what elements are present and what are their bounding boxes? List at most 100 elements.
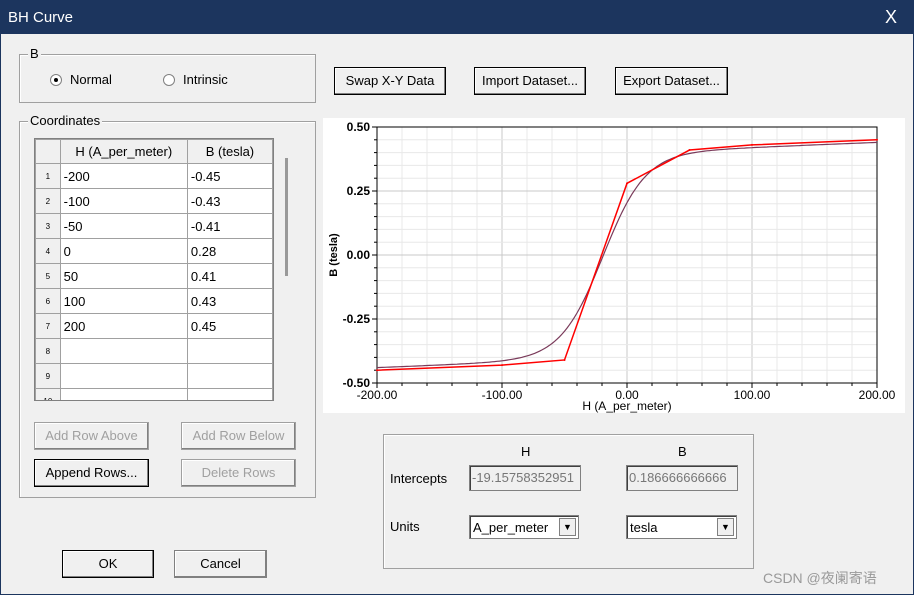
row-header[interactable]: 5 (35, 263, 61, 289)
b-cell[interactable]: 0.43 (186, 288, 273, 314)
row-header[interactable]: 10 (35, 388, 61, 400)
x-tick-label: -100.00 (482, 388, 523, 402)
row-header[interactable]: 6 (35, 288, 61, 314)
radio-intrinsic[interactable]: Intrinsic (163, 72, 228, 87)
x-axis-label: H (A_per_meter) (582, 399, 671, 413)
table-row[interactable]: 8 (35, 338, 273, 364)
h-cell[interactable]: -50 (59, 213, 188, 239)
close-icon[interactable]: X (885, 7, 897, 28)
b-cell[interactable] (186, 363, 273, 389)
b-group-label: B (28, 46, 41, 61)
b-column-header: B (678, 444, 687, 459)
table-row[interactable]: 1 -200 -0.45 (35, 163, 273, 189)
intercepts-group (383, 434, 754, 569)
cancel-button[interactable]: Cancel (174, 550, 267, 578)
y-tick-label: -0.25 (343, 312, 371, 326)
b-cell[interactable]: 0.41 (186, 263, 273, 289)
h-cell[interactable] (59, 338, 188, 364)
corner-cell (35, 139, 61, 164)
b-unit-select[interactable]: tesla ▼ (626, 515, 737, 539)
x-tick-label: 200.00 (859, 388, 896, 402)
data-point (376, 369, 378, 372)
h-column-header: H (521, 444, 531, 459)
add-row-below-button[interactable]: Add Row Below (181, 422, 296, 450)
table-row[interactable]: 9 (35, 363, 273, 389)
add-row-above-button[interactable]: Add Row Above (34, 422, 149, 450)
table-row[interactable]: 7 200 0.45 (35, 313, 273, 339)
title-bar: BH Curve X (1, 1, 914, 34)
h-cell[interactable]: 50 (59, 263, 188, 289)
row-header[interactable]: 9 (35, 363, 61, 389)
h-cell[interactable]: 100 (59, 288, 188, 314)
chevron-down-icon[interactable]: ▼ (717, 518, 734, 536)
chart-svg: -200.00 -100.00 0.00 100.00 200.000.500.250.… (328, 120, 896, 413)
header-b[interactable]: B (tesla) (186, 139, 273, 164)
bh-curve-dialog: BH Curve X B Normal Intrinsic Swap X-Y D… (0, 0, 914, 595)
row-header[interactable]: 3 (35, 213, 61, 239)
table-scrollbar[interactable] (285, 158, 288, 276)
b-cell[interactable]: -0.41 (186, 213, 273, 239)
export-dataset-button[interactable]: Export Dataset... (615, 67, 728, 95)
ok-button[interactable]: OK (62, 550, 154, 578)
header-h[interactable]: H (A_per_meter) (59, 139, 188, 164)
table-row[interactable]: 2 -100 -0.43 (35, 188, 273, 214)
import-dataset-button[interactable]: Import Dataset... (474, 67, 586, 95)
radio-unselected-icon (163, 73, 175, 86)
b-intercept-field[interactable]: 0.186666666666 (626, 465, 738, 491)
h-cell[interactable]: 0 (59, 238, 188, 264)
h-intercept-field[interactable]: -19.15758352951 (469, 465, 581, 491)
delete-rows-button[interactable]: Delete Rows (181, 459, 296, 487)
y-tick-label: -0.50 (343, 376, 371, 390)
b-unit-value: tesla (630, 520, 658, 535)
y-tick-label: 0.50 (347, 120, 371, 134)
table-row[interactable]: 6 100 0.43 (35, 288, 273, 314)
h-cell[interactable]: 200 (59, 313, 188, 339)
row-header[interactable]: 8 (35, 338, 61, 364)
b-cell[interactable] (186, 338, 273, 364)
b-cell[interactable] (186, 388, 273, 400)
y-tick-label: 0.00 (347, 248, 371, 262)
radio-normal[interactable]: Normal (50, 72, 112, 87)
h-unit-select[interactable]: A_per_meter ▼ (469, 515, 579, 539)
data-point (876, 138, 878, 141)
units-label: Units (390, 519, 420, 534)
h-unit-value: A_per_meter (473, 520, 549, 535)
coordinates-label: Coordinates (28, 113, 103, 128)
h-cell[interactable] (59, 388, 188, 400)
x-tick-label: -200.00 (357, 388, 398, 402)
radio-label: Normal (70, 72, 112, 87)
row-header[interactable]: 1 (35, 163, 61, 189)
intercepts-label: Intercepts (390, 471, 448, 486)
h-cell[interactable] (59, 363, 188, 389)
swap-xy-button[interactable]: Swap X-Y Data (334, 67, 446, 95)
table-row[interactable]: 10 (35, 388, 273, 400)
data-point (751, 143, 753, 146)
row-header[interactable]: 4 (35, 238, 61, 264)
b-cell[interactable]: -0.45 (186, 163, 273, 189)
h-cell[interactable]: -200 (59, 163, 188, 189)
watermark: CSDN @夜阑寄语 (763, 570, 877, 586)
h-cell[interactable]: -100 (59, 188, 188, 214)
radio-selected-icon (50, 73, 62, 86)
data-point (626, 182, 628, 185)
coordinates-table[interactable]: H (A_per_meter) B (tesla) 1 -200 -0.45 2 -100… (34, 138, 274, 401)
chevron-down-icon[interactable]: ▼ (559, 518, 576, 536)
window-title: BH Curve (8, 9, 74, 26)
row-header[interactable]: 2 (35, 188, 61, 214)
y-axis-label: B (tesla) (328, 233, 340, 277)
y-tick-label: 0.25 (347, 184, 371, 198)
data-point (501, 364, 503, 367)
bh-chart: -200.00 -100.00 0.00 100.00 200.00 0.50 0.25 0.… (323, 118, 905, 413)
append-rows-button[interactable]: Append Rows... (34, 459, 149, 487)
b-cell[interactable]: -0.43 (186, 188, 273, 214)
b-cell[interactable]: 0.45 (186, 313, 273, 339)
table-row[interactable]: 5 50 0.41 (35, 263, 273, 289)
data-point (688, 149, 691, 152)
row-header[interactable]: 7 (35, 313, 61, 339)
table-row[interactable]: 4 0 0.28 (35, 238, 273, 264)
x-tick-label: 100.00 (734, 388, 771, 402)
b-cell[interactable]: 0.28 (186, 238, 273, 264)
data-point (563, 358, 566, 361)
table-row[interactable]: 3 -50 -0.41 (35, 213, 273, 239)
radio-label: Intrinsic (183, 72, 228, 87)
